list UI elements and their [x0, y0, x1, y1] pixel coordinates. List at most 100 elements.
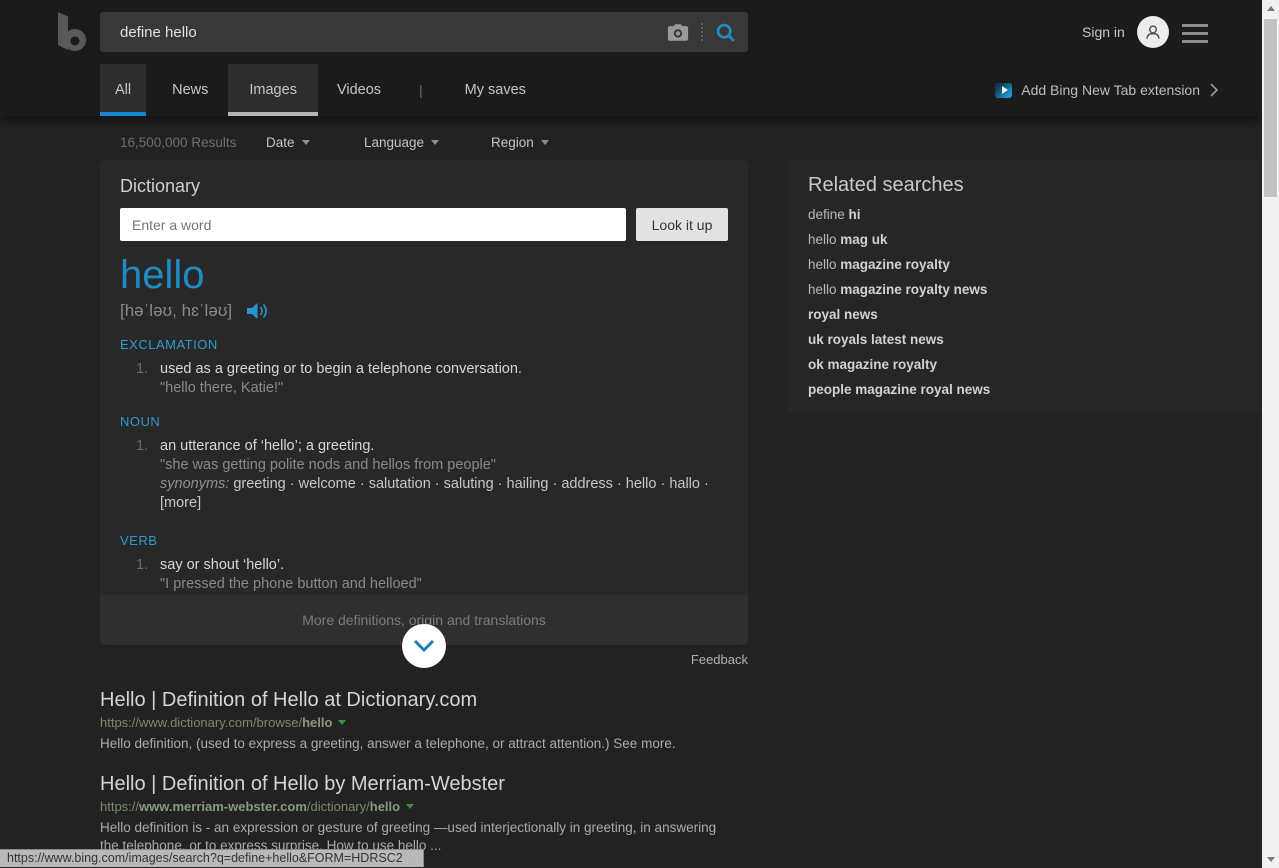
extension-icon	[995, 83, 1012, 98]
pronunciation-row: [həˈləʊ, hɛˈləʊ]	[120, 301, 728, 321]
region-filter-dropdown[interactable]: Region	[491, 135, 549, 150]
example-text: "I pressed the phone button and helloed"	[160, 575, 728, 594]
related-normal-text: hello	[808, 282, 840, 297]
result-title-link[interactable]: Hello | Definition of Hello at Dictionar…	[100, 688, 748, 712]
chevron-down-icon	[431, 140, 439, 145]
date-filter-label: Date	[266, 135, 295, 150]
url-dropdown-icon[interactable]	[406, 804, 414, 809]
sign-in-area: Sign in	[1082, 0, 1169, 64]
related-searches-title: Related searches	[808, 174, 1244, 197]
pos-label-exclamation: EXCLAMATION	[120, 337, 728, 352]
tab-my-saves[interactable]: My saves	[465, 64, 526, 116]
chevron-down-icon	[541, 140, 549, 145]
related-search-link[interactable]: hello magazine royalty news	[808, 283, 1244, 297]
related-normal-text: hello	[808, 257, 840, 272]
extension-label: Add Bing New Tab extension	[1021, 82, 1200, 98]
definition-entry: 1. say or shout ‘hello’. "I pressed the …	[120, 556, 728, 594]
synonyms-row: synonyms:greeting · welcome · salutation…	[160, 475, 728, 513]
url-text: https://www.merriam-webster.com/dictiona…	[100, 799, 400, 814]
scroll-down-arrow-icon[interactable]	[1262, 851, 1279, 868]
related-search-link[interactable]: uk royals latest news	[808, 333, 1244, 347]
camera-icon[interactable]	[667, 23, 689, 42]
search-result: Hello | Definition of Hello at Dictionar…	[100, 688, 748, 753]
dictionary-form: Look it up	[120, 208, 728, 241]
result-title-link[interactable]: Hello | Definition of Hello by Merriam-W…	[100, 772, 748, 796]
region-filter-label: Region	[491, 135, 534, 150]
search-tabs: All News Images Videos | My saves	[0, 64, 526, 116]
date-filter-dropdown[interactable]: Date	[266, 135, 310, 150]
tab-videos[interactable]: Videos	[337, 64, 381, 116]
result-snippet: Hello definition, (used to express a gre…	[100, 735, 722, 753]
related-search-link[interactable]: define hi	[808, 208, 1244, 222]
example-text: "hello there, Katie!"	[160, 379, 728, 398]
tab-videos-label: Videos	[337, 82, 381, 98]
related-bold-text: mag uk	[840, 232, 887, 247]
entry-number: 1.	[136, 360, 148, 379]
related-search-link[interactable]: hello magazine royalty	[808, 258, 1244, 272]
definition-entry: 1. used as a greeting or to begin a tele…	[120, 360, 728, 398]
related-bold-text: magazine royalty	[840, 257, 950, 272]
related-search-link[interactable]: people magazine royal news	[808, 383, 1244, 397]
search-input[interactable]	[100, 24, 667, 41]
synonyms-list[interactable]: greeting · welcome · salutation · saluti…	[160, 476, 709, 511]
search-box-icons	[667, 22, 748, 43]
headword: hello	[120, 253, 728, 297]
pronunciation: [həˈləʊ, hɛˈləʊ]	[120, 301, 232, 321]
dictionary-card-title: Dictionary	[120, 176, 728, 197]
filters-bar: 16,500,000 Results Date Language Region	[0, 128, 1262, 160]
look-it-up-button[interactable]: Look it up	[636, 208, 728, 241]
search-icon[interactable]	[715, 22, 736, 43]
dictionary-card: Dictionary Look it up hello [həˈləʊ, hɛˈ…	[100, 160, 748, 645]
feedback-link[interactable]: Feedback	[691, 652, 748, 667]
related-bold-text: royal news	[808, 307, 878, 322]
search-result: Hello | Definition of Hello by Merriam-W…	[100, 772, 748, 854]
chevron-down-icon	[413, 639, 435, 653]
tab-all-active-underline	[100, 112, 146, 116]
expand-card-button[interactable]	[402, 624, 446, 668]
tab-my-saves-label: My saves	[465, 82, 526, 98]
tab-images-hover-underline	[228, 112, 318, 116]
related-normal-text: hello	[808, 232, 840, 247]
tab-all[interactable]: All	[100, 64, 146, 116]
scrollbar[interactable]	[1262, 0, 1279, 868]
chevron-right-icon	[1209, 83, 1218, 97]
related-normal-text: define	[808, 207, 849, 222]
definition-text: used as a greeting or to begin a telepho…	[160, 360, 728, 379]
tab-images-label: Images	[249, 82, 297, 98]
avatar[interactable]	[1137, 16, 1169, 48]
dictionary-word-input[interactable]	[120, 208, 626, 241]
related-search-link[interactable]: royal news	[808, 308, 1244, 322]
related-search-link[interactable]: hello mag uk	[808, 233, 1244, 247]
example-text: "she was getting polite nods and hellos …	[160, 456, 728, 475]
url-text: https://www.dictionary.com/browse/hello	[100, 715, 332, 730]
scroll-up-arrow-icon[interactable]	[1262, 0, 1279, 17]
tab-all-label: All	[115, 82, 131, 98]
chevron-down-icon	[302, 140, 310, 145]
url-dropdown-icon[interactable]	[338, 720, 346, 725]
definition-text: an utterance of ‘hello’; a greeting.	[160, 437, 728, 456]
speaker-icon[interactable]	[246, 302, 270, 320]
tab-divider: |	[419, 64, 423, 116]
related-search-link[interactable]: ok magazine royalty	[808, 358, 1244, 372]
tab-news[interactable]: News	[172, 64, 208, 116]
add-extension-promo[interactable]: Add Bing New Tab extension	[995, 64, 1218, 116]
top-bar: Sign in All News Images	[0, 0, 1262, 116]
scrollbar-thumb[interactable]	[1264, 19, 1277, 197]
pos-label-verb: VERB	[120, 533, 728, 548]
search-divider	[701, 23, 703, 41]
entry-number: 1.	[136, 556, 148, 575]
definition-text: say or shout ‘hello’.	[160, 556, 728, 575]
pos-label-noun: NOUN	[120, 414, 728, 429]
hamburger-menu-icon[interactable]	[1182, 24, 1208, 43]
related-bold-text: people magazine royal news	[808, 382, 990, 397]
bing-serp-page: Sign in All News Images	[0, 0, 1279, 868]
entry-number: 1.	[136, 437, 148, 456]
browser-status-bar: https://www.bing.com/images/search?q=def…	[0, 849, 424, 867]
sign-in-button[interactable]: Sign in	[1082, 24, 1125, 40]
person-icon	[1143, 22, 1163, 42]
related-searches-panel: Related searches define hi hello mag uk …	[788, 160, 1264, 413]
bing-logo-icon[interactable]	[54, 10, 88, 54]
tab-images[interactable]: Images	[228, 64, 318, 116]
language-filter-dropdown[interactable]: Language	[364, 135, 439, 150]
results-count: 16,500,000 Results	[120, 135, 236, 150]
